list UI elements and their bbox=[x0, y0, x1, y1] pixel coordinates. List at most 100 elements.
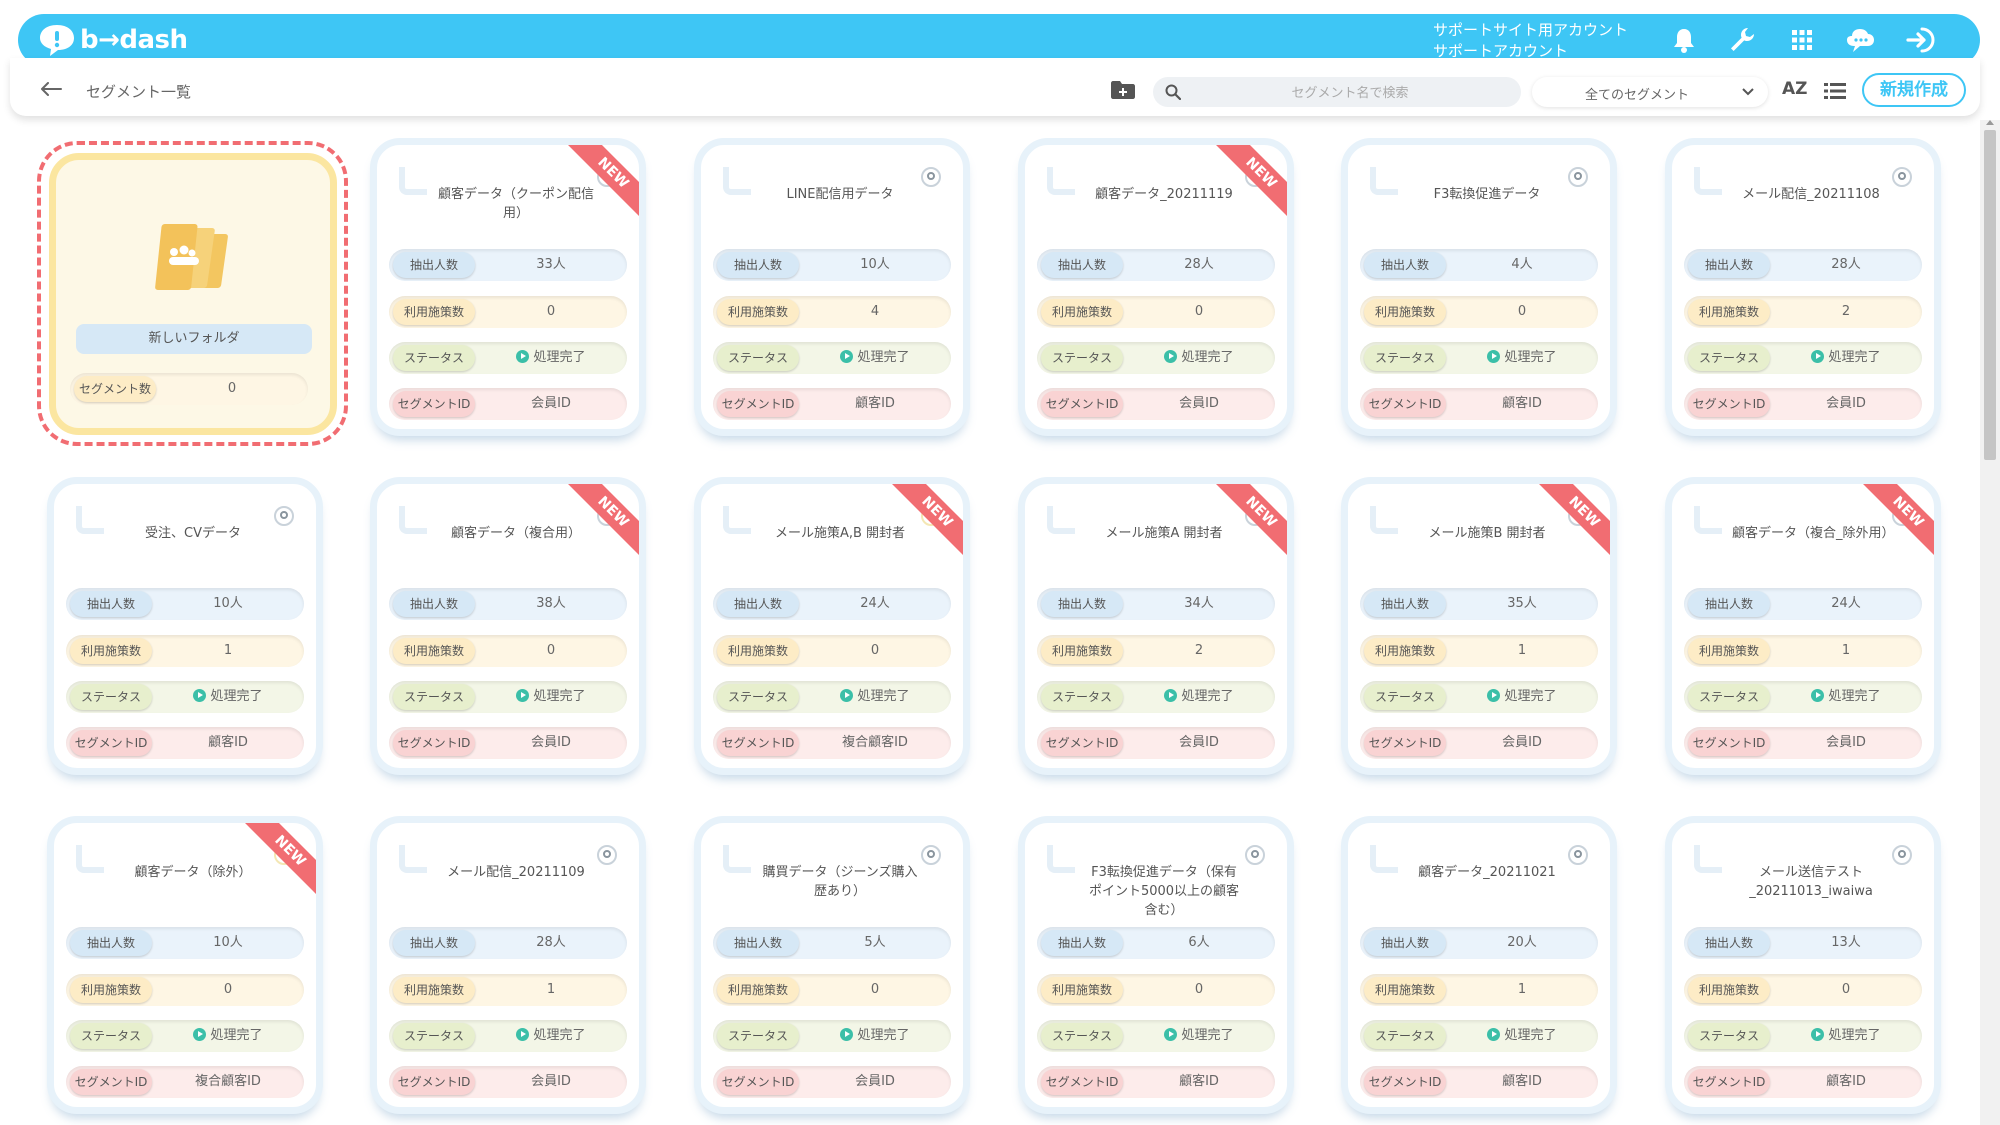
segment-card[interactable]: NEW メール施策A 開封者 抽出人数 34人 利用施策数 2 ステータス 処理完了 セグメント… bbox=[1018, 477, 1294, 775]
folder-body: 新しいフォルダ セグメント数 0 bbox=[49, 153, 337, 435]
segment-card[interactable]: F3転換促進データ 抽出人数 4人 利用施策数 0 ステータス 処理完了 セグメントID 顧客I… bbox=[1341, 138, 1617, 436]
segment-card[interactable]: 購買データ（ジーンズ購入歴あり） 抽出人数 5人 利用施策数 0 ステータス 処理完了 セグメ… bbox=[694, 816, 970, 1114]
card-corner-decoration bbox=[1694, 845, 1722, 873]
used-count-value: 2 bbox=[1194, 643, 1204, 658]
extracted-value: 20人 bbox=[1507, 935, 1537, 950]
extracted-value: 10人 bbox=[213, 935, 243, 950]
add-folder-icon[interactable] bbox=[1110, 80, 1136, 100]
folder-stack-icon bbox=[155, 224, 228, 290]
status-text: 処理完了 bbox=[857, 1028, 910, 1043]
segment-card[interactable]: NEW 顧客データ（クーポン配信用） 抽出人数 33人 利用施策数 0 ステータス 処理完了セ… bbox=[370, 138, 646, 436]
segment-card[interactable]: 顧客データ_20211021 抽出人数 20人 利用施策数 1 ステータス 処理完了 セグメン… bbox=[1341, 816, 1617, 1114]
chat-cloud-icon[interactable] bbox=[1844, 24, 1876, 56]
used-count-value: 0 bbox=[1194, 982, 1204, 997]
card-corner-decoration bbox=[723, 845, 751, 873]
pin-icon[interactable] bbox=[921, 845, 941, 865]
segment-card[interactable]: メール送信テスト_20211013_iwaiwa 抽出人数 13人 利用施策数 0 ステー… bbox=[1665, 816, 1941, 1114]
scrollbar-thumb[interactable] bbox=[1984, 130, 1996, 460]
used-count-row: 利用施策数 0 bbox=[389, 635, 627, 667]
status-value: 処理完了 bbox=[1452, 1020, 1592, 1052]
extracted-row: 抽出人数 10人 bbox=[66, 927, 304, 959]
segment-card[interactable]: NEW メール施策A,B 開封者 抽出人数 24人 利用施策数 0 ステータス 処理完了 セグメ… bbox=[694, 477, 970, 775]
segment-id-value: 顧客ID bbox=[1179, 1074, 1219, 1089]
status-label: ステータス bbox=[717, 684, 799, 710]
used-count-value: 0 bbox=[870, 982, 880, 997]
segment-id-label: セグメントID bbox=[70, 1069, 152, 1095]
create-new-button[interactable]: 新規作成 bbox=[1862, 73, 1966, 107]
segment-id-label: セグメントID bbox=[393, 1069, 475, 1095]
status-text: 処理完了 bbox=[1181, 1028, 1234, 1043]
card-corner-decoration bbox=[1047, 506, 1075, 534]
extracted-label: 抽出人数 bbox=[70, 930, 152, 956]
used-count-row: 利用施策数 0 bbox=[66, 974, 304, 1006]
status-row: ステータス 処理完了 bbox=[389, 681, 627, 713]
bdash-logo[interactable]: b→dash bbox=[38, 22, 188, 58]
bell-icon[interactable] bbox=[1668, 24, 1700, 56]
apps-grid-icon[interactable] bbox=[1786, 24, 1818, 56]
status-text: 処理完了 bbox=[857, 350, 910, 365]
status-text: 処理完了 bbox=[533, 689, 586, 704]
status-complete-icon bbox=[193, 1028, 207, 1041]
segment-title: メール送信テスト_20211013_iwaiwa bbox=[1749, 865, 1873, 899]
pin-icon[interactable] bbox=[1568, 167, 1588, 187]
segment-id-value: 会員ID bbox=[531, 735, 571, 750]
sort-az-icon[interactable]: AZ bbox=[1782, 79, 1807, 99]
pin-icon[interactable] bbox=[1568, 845, 1588, 865]
status-complete-icon bbox=[1487, 350, 1501, 363]
logout-icon[interactable] bbox=[1904, 24, 1936, 56]
pin-icon[interactable] bbox=[1892, 845, 1912, 865]
segment-card[interactable]: 受注、CVデータ 抽出人数 10人 利用施策数 1 ステータス 処理完了 セグメントID 顧客I… bbox=[47, 477, 323, 775]
list-view-icon[interactable] bbox=[1824, 82, 1846, 100]
segment-card[interactable]: NEW 顧客データ_20211119 抽出人数 28人 利用施策数 0 ステータス 処理完了セ… bbox=[1018, 138, 1294, 436]
segment-card[interactable]: F3転換促進データ（保有ポイント5000以上の顧客含む） 抽出人数 6人 利用施策数 0… bbox=[1018, 816, 1294, 1114]
used-count-label: 利用施策数 bbox=[1041, 299, 1123, 325]
segment-id-row: セグメントID 顧客ID bbox=[713, 388, 951, 420]
segment-id-value: 会員ID bbox=[1179, 396, 1219, 411]
extracted-row: 抽出人数 35人 bbox=[1360, 588, 1598, 620]
status-row: ステータス 処理完了 bbox=[1360, 1020, 1598, 1052]
pin-icon[interactable] bbox=[597, 845, 617, 865]
used-count-label: 利用施策数 bbox=[1364, 977, 1446, 1003]
search-input[interactable] bbox=[1193, 81, 1507, 105]
search-field[interactable] bbox=[1153, 77, 1521, 107]
folder-card[interactable]: 新しいフォルダ セグメント数 0 bbox=[37, 141, 348, 446]
status-value: 処理完了 bbox=[1776, 681, 1916, 713]
segment-card[interactable]: NEW 顧客データ（複合用） 抽出人数 38人 利用施策数 0 ステータス 処理完了 セグメント… bbox=[370, 477, 646, 775]
segment-id-value: 会員ID bbox=[855, 1074, 895, 1089]
used-count-label: 利用施策数 bbox=[393, 977, 475, 1003]
card-corner-decoration bbox=[1694, 167, 1722, 195]
pin-icon[interactable] bbox=[1245, 845, 1265, 865]
pin-icon[interactable] bbox=[921, 167, 941, 187]
extracted-label: 抽出人数 bbox=[393, 930, 475, 956]
segment-card[interactable]: LINE配信用データ 抽出人数 10人 利用施策数 4 ステータス 処理完了 セグメントID 顧… bbox=[694, 138, 970, 436]
used-count-row: 利用施策数 0 bbox=[1037, 296, 1275, 328]
wrench-icon[interactable] bbox=[1726, 24, 1758, 56]
segment-card[interactable]: メール配信_20211109 抽出人数 28人 利用施策数 1 ステータス 処理完了 セグメン… bbox=[370, 816, 646, 1114]
segment-card[interactable]: NEW メール施策B 開封者 抽出人数 35人 利用施策数 1 ステータス 処理完了 セグメント… bbox=[1341, 477, 1617, 775]
back-arrow-icon[interactable] bbox=[40, 82, 62, 96]
segment-id-value: 会員ID bbox=[531, 1074, 571, 1089]
status-text: 処理完了 bbox=[1828, 689, 1881, 704]
pin-icon[interactable] bbox=[274, 506, 294, 526]
segment-title: F3転換促進データ（保有ポイント5000以上の顧客含む） bbox=[1088, 865, 1240, 918]
segment-id-row: セグメントID 顧客ID bbox=[66, 727, 304, 759]
segment-id-value: 会員ID bbox=[1502, 735, 1542, 750]
used-count-row: 利用施策数 2 bbox=[1037, 635, 1275, 667]
segment-id-label: セグメントID bbox=[393, 730, 475, 756]
status-value: 処理完了 bbox=[481, 342, 621, 374]
status-value: 処理完了 bbox=[1452, 342, 1592, 374]
page-scrollbar[interactable] bbox=[1980, 120, 2000, 1125]
extracted-value: 33人 bbox=[536, 257, 566, 272]
status-complete-icon bbox=[840, 350, 854, 363]
segment-card[interactable]: NEW 顧客データ（複合_除外用） 抽出人数 24人 利用施策数 1 ステータス 処理完了 セグ… bbox=[1665, 477, 1941, 775]
extracted-value: 24人 bbox=[1831, 596, 1861, 611]
logo-text: b→dash bbox=[80, 25, 188, 55]
segment-title: F3転換促進データ bbox=[1433, 187, 1541, 202]
segment-card[interactable]: NEW 顧客データ（除外） 抽出人数 10人 利用施策数 0 ステータス 処理完了 セグメントI… bbox=[47, 816, 323, 1114]
scroll-up-icon[interactable] bbox=[1986, 120, 1994, 125]
pin-icon[interactable] bbox=[1892, 167, 1912, 187]
segment-filter-select[interactable]: 全てのセグメント bbox=[1532, 77, 1768, 107]
segment-id-row: セグメントID 会員ID bbox=[1684, 727, 1922, 759]
segment-card[interactable]: メール配信_20211108 抽出人数 28人 利用施策数 2 ステータス 処理完了 セグメン… bbox=[1665, 138, 1941, 436]
account-info[interactable]: サポートサイト用アカウント サポートアカウント bbox=[1433, 20, 1628, 62]
